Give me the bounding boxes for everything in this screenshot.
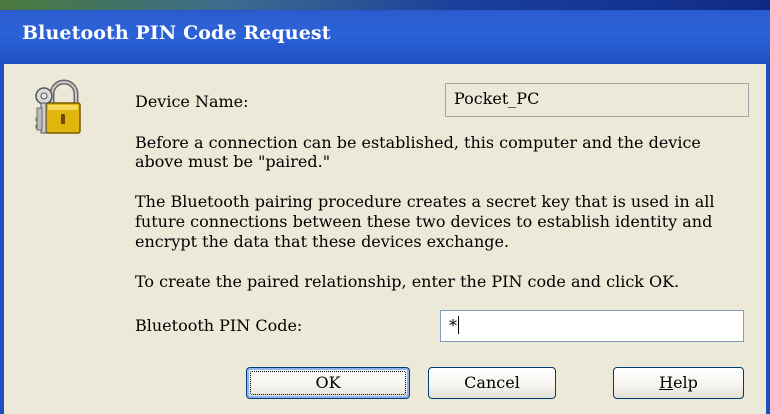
pin-code-value: * <box>449 316 457 335</box>
dialog-title: Bluetooth PIN Code Request <box>22 22 331 44</box>
paragraph-pairing-line2: above must be "paired." <box>135 152 331 171</box>
cancel-button[interactable]: Cancel <box>428 367 556 399</box>
keys-lock-icon <box>35 79 81 134</box>
title-bar[interactable]: Bluetooth PIN Code Request <box>0 0 770 64</box>
help-button-label: elp <box>673 373 698 392</box>
desktop-background-strip <box>0 0 770 10</box>
device-name-field: Pocket_PC <box>445 83 749 117</box>
help-button-accelerator: H <box>659 373 674 392</box>
device-name-label: Device Name: <box>135 92 249 111</box>
dialog-window: Bluetooth PIN Code Request Device Name: … <box>0 0 770 414</box>
focus-rectangle <box>250 371 406 395</box>
paragraph-procedure-line1: The Bluetooth pairing procedure creates … <box>135 192 715 211</box>
ok-button[interactable]: OK <box>246 367 410 399</box>
paragraph-pairing-line1: Before a connection can be established, … <box>135 133 701 152</box>
window-frame-left <box>0 64 4 414</box>
paragraph-procedure-line3: encrypt the data that these devices exch… <box>135 232 510 251</box>
pin-code-label: Bluetooth PIN Code: <box>135 316 303 335</box>
pin-code-input[interactable]: * <box>440 310 744 342</box>
paragraph-instructions: To create the paired relationship, enter… <box>135 272 680 291</box>
window-frame-right <box>766 64 770 414</box>
text-caret <box>458 316 459 334</box>
cancel-button-label: Cancel <box>464 373 520 392</box>
help-button[interactable]: Help <box>613 367 744 399</box>
paragraph-procedure-line2: future connections between these two dev… <box>135 212 713 231</box>
